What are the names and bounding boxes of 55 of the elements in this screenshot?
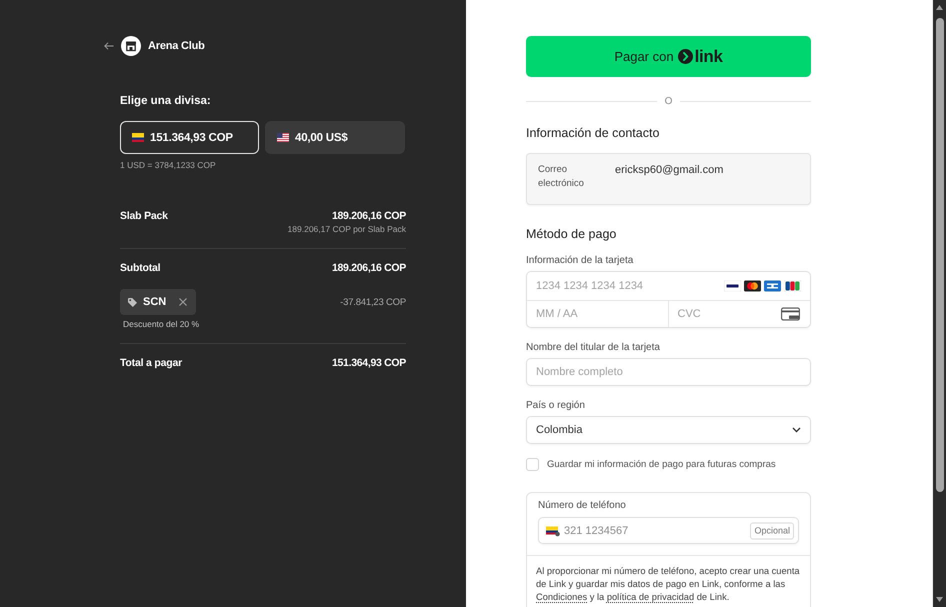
discount-text: Descuento del 20 % bbox=[123, 319, 200, 330]
flag-icon bbox=[546, 525, 560, 536]
terms-link[interactable]: Condiciones bbox=[536, 592, 588, 602]
country-select[interactable]: Colombia bbox=[526, 416, 811, 444]
discount-amount: -37.841,23 COP bbox=[340, 297, 406, 308]
subtotal-amount: 189.206,16 COP bbox=[332, 262, 406, 275]
card-logo-icon bbox=[764, 280, 781, 292]
cvc-field[interactable]: CVC bbox=[668, 301, 810, 327]
unit-price-text: 189.206,17 COP por Slab Pack bbox=[288, 224, 406, 235]
back-arrow-icon[interactable] bbox=[104, 42, 114, 50]
phone-label: Número de teléfono bbox=[538, 500, 626, 512]
currency-heading: Elige una divisa: bbox=[120, 94, 211, 108]
flag-icon bbox=[132, 133, 144, 142]
save-info-label: Guardar mi información de pago para futuras compras bbox=[547, 459, 776, 470]
scrollbar-thumb[interactable] bbox=[936, 18, 944, 492]
scroll-up-arrow-icon[interactable] bbox=[936, 5, 943, 10]
item-name: Slab Pack bbox=[120, 210, 168, 223]
striped-tile-icon bbox=[784, 280, 801, 292]
card-details-field[interactable]: 1234 1234 1234 1234 MM / AA CVC bbox=[526, 271, 811, 328]
tag-icon bbox=[128, 298, 137, 306]
exchange-rate-text: 1 USD = 3784,1233 COP bbox=[120, 160, 216, 171]
or-divider-text: O bbox=[664, 96, 672, 106]
payment-heading: Método de pago bbox=[526, 226, 616, 242]
contact-heading: Información de contacto bbox=[526, 125, 660, 141]
country-label: País o región bbox=[526, 400, 585, 412]
save-info-checkbox[interactable] bbox=[526, 458, 539, 471]
item-amount: 189.206,16 COP bbox=[332, 210, 406, 223]
currency-option[interactable]: 151.364,93 COP bbox=[120, 121, 259, 154]
optional-badge: Opcional bbox=[750, 522, 794, 539]
cardholder-name-field[interactable]: Nombre completo bbox=[526, 358, 811, 386]
pay-with-link-button[interactable]: Pagar con link bbox=[526, 36, 811, 77]
brand-name: Arena Club bbox=[148, 40, 205, 52]
expiry-field[interactable]: MM / AA bbox=[527, 301, 668, 327]
subtotal-label: Subtotal bbox=[120, 262, 160, 275]
chevron-circle-icon bbox=[678, 49, 693, 64]
card-logo-icon bbox=[724, 280, 741, 292]
total-label: Total a pagar bbox=[120, 357, 182, 370]
close-icon bbox=[179, 298, 188, 306]
currency-option[interactable]: 40,00 US$ bbox=[265, 121, 405, 154]
remove-promo-button[interactable] bbox=[178, 297, 188, 307]
card-number-field[interactable]: 1234 1234 1234 1234 bbox=[527, 272, 810, 300]
terms-link[interactable]: política de privacidad bbox=[606, 592, 694, 602]
card-info-label: Información de la tarjeta bbox=[526, 255, 634, 267]
card-icon bbox=[781, 308, 800, 320]
chevron-down-icon bbox=[792, 427, 801, 433]
two-circles-icon bbox=[744, 280, 761, 292]
total-amount: 151.364,93 COP bbox=[332, 357, 406, 370]
terms-text: Al proporcionar mi número de teléfono, acepto crear una cuenta de Link y guardar mis datos de pago en Link, conforme a las Condiciones y la política de privacidad de Link. bbox=[535, 565, 801, 604]
email-value: ericksp60@gmail.com bbox=[615, 163, 724, 177]
email-label: Correo electrónico bbox=[538, 163, 585, 191]
scroll-down-arrow-icon[interactable] bbox=[936, 597, 943, 602]
promo-code: SCN bbox=[143, 296, 166, 308]
flag-icon bbox=[277, 133, 289, 142]
cardholder-label: Nombre del titular de la tarjeta bbox=[526, 342, 660, 354]
store-logo-icon bbox=[121, 36, 141, 56]
